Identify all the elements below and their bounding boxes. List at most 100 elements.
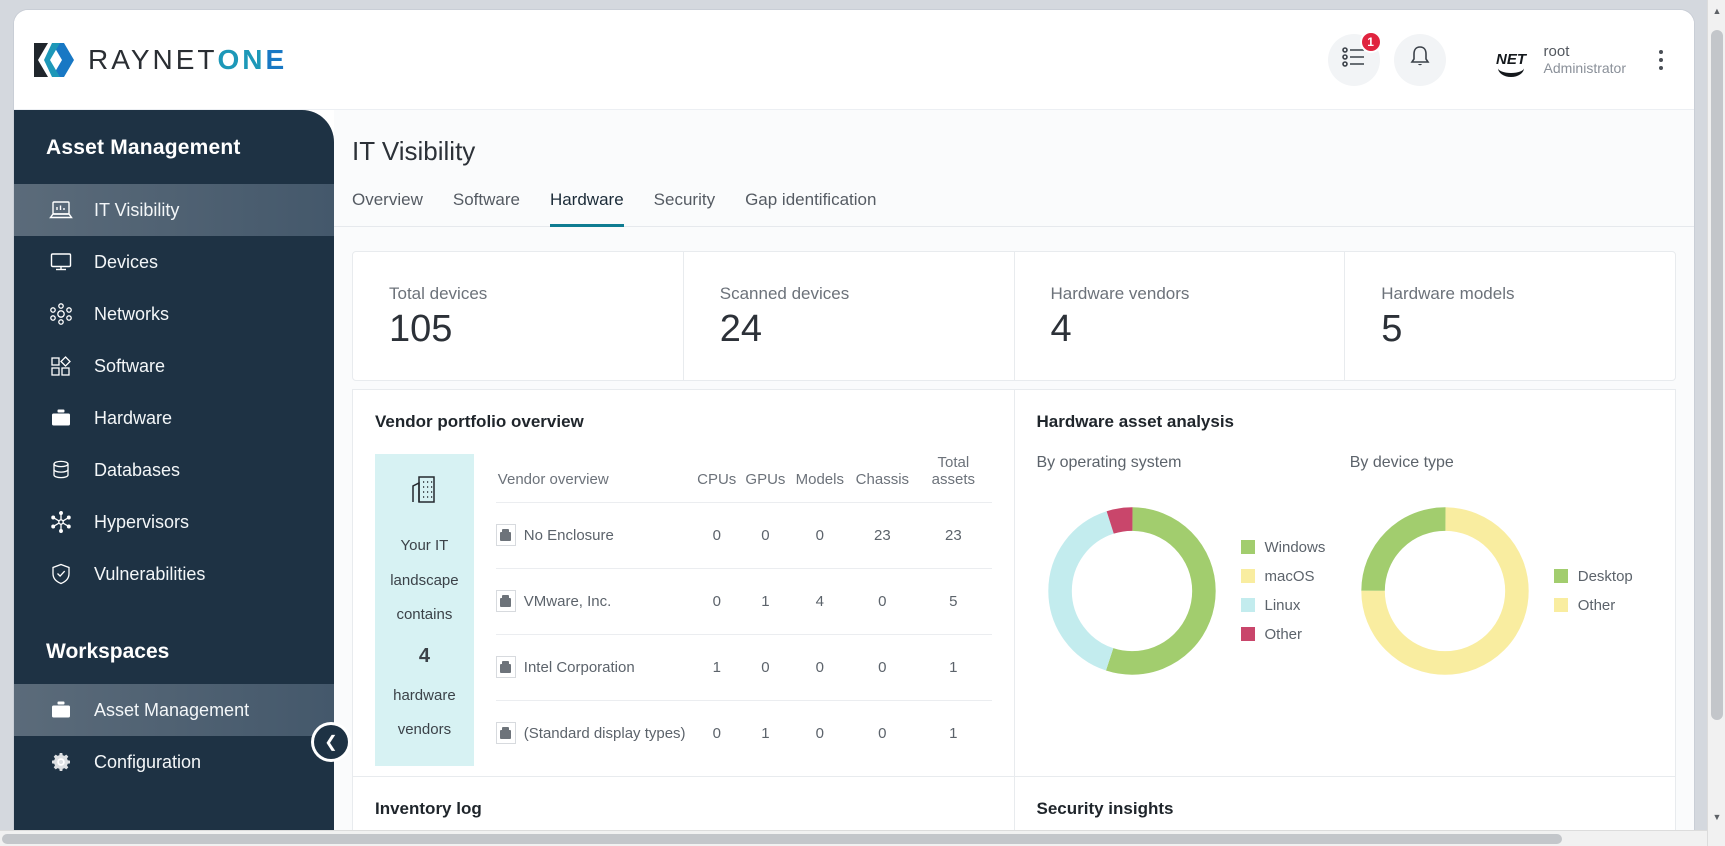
kpi-value: 24 (720, 310, 1014, 350)
table-row[interactable]: Intel Corporation 1 0 0 0 1 (496, 634, 992, 700)
device-type-legend: Desktop Other (1554, 568, 1633, 614)
tab-gap-identification[interactable]: Gap identification (745, 190, 876, 227)
horizontal-scroll-thumb[interactable] (2, 834, 1562, 844)
legend-swatch-icon (1241, 540, 1255, 554)
kpi-scanned-devices: Scanned devices 24 (684, 252, 1015, 380)
user-info: root Administrator (1544, 43, 1626, 76)
sidebar-item-label: Hypervisors (94, 512, 189, 533)
cell-total: 23 (915, 502, 991, 568)
col-cpus[interactable]: CPUs (693, 454, 741, 503)
sidebar-item-hardware[interactable]: Hardware (14, 392, 334, 444)
sidebar-item-software[interactable]: Software (14, 340, 334, 392)
screen: RAYNETONE 1 (0, 0, 1725, 846)
tab-security[interactable]: Security (654, 190, 715, 227)
chevron-left-icon: ❮ (324, 732, 337, 752)
cell-cpus: 0 (693, 568, 741, 634)
horizontal-scrollbar[interactable] (0, 830, 1707, 846)
legend-label: Desktop (1578, 568, 1633, 585)
tasks-button[interactable]: 1 (1328, 34, 1380, 86)
tab-hardware[interactable]: Hardware (550, 190, 624, 227)
chart-by-operating-system: By operating system (1037, 454, 1340, 686)
scroll-up-icon[interactable]: ▲ (1708, 2, 1725, 20)
legend-item[interactable]: Other (1241, 626, 1326, 643)
legend-item[interactable]: macOS (1241, 568, 1326, 585)
building-icon (385, 472, 464, 520)
bell-icon (1408, 44, 1432, 75)
callout-line-1: Your IT (385, 529, 464, 564)
vendor-table: Vendor overview CPUs GPUs Models Chassis… (496, 454, 992, 766)
sidebar-item-hypervisors[interactable]: Hypervisors (14, 496, 334, 548)
scroll-down-icon[interactable]: ▼ (1708, 808, 1725, 826)
app-window: RAYNETONE 1 (14, 10, 1694, 846)
page-title: IT Visibility (334, 110, 1694, 167)
vendor-name: VMware, Inc. (524, 593, 612, 610)
hardware-asset-analysis-panel: Hardware asset analysis By operating sys… (1015, 390, 1676, 776)
table-row[interactable]: No Enclosure 0 0 0 23 23 (496, 502, 992, 568)
sidebar-item-label: Databases (94, 460, 180, 481)
kpi-hardware-vendors: Hardware vendors 4 (1015, 252, 1346, 380)
sidebar-item-label: Software (94, 356, 165, 377)
brand-wordmark: RAYNETONE (88, 44, 287, 76)
brand-logo[interactable]: RAYNETONE (30, 40, 287, 80)
kpi-value: 105 (389, 310, 683, 350)
toolbox-icon (48, 407, 74, 429)
table-row[interactable]: VMware, Inc. 0 1 4 0 5 (496, 568, 992, 634)
sidebar-item-it-visibility[interactable]: IT Visibility (14, 184, 334, 236)
cell-models: 4 (790, 568, 849, 634)
legend-item[interactable]: Desktop (1554, 568, 1633, 585)
legend-swatch-icon (1241, 598, 1255, 612)
legend-swatch-icon (1241, 627, 1255, 641)
sidebar-section-workspaces: Workspaces (14, 600, 334, 684)
col-total-assets[interactable]: Total assets (915, 454, 991, 503)
os-legend: Windows macOS Linux (1241, 539, 1326, 643)
user-menu[interactable]: NET root Administrator (1488, 37, 1626, 83)
cell-cpus: 0 (693, 700, 741, 765)
legend-item[interactable]: Windows (1241, 539, 1326, 556)
col-gpus[interactable]: GPUs (741, 454, 790, 503)
cell-total: 1 (915, 634, 991, 700)
hypervisor-star-icon (48, 511, 74, 533)
vertical-scroll-thumb[interactable] (1711, 30, 1723, 720)
os-donut-chart[interactable] (1037, 496, 1227, 686)
tab-overview[interactable]: Overview (352, 190, 423, 227)
chassis-icon (496, 722, 516, 744)
laptop-chart-icon (48, 200, 74, 220)
legend-item[interactable]: Linux (1241, 597, 1326, 614)
legend-swatch-icon (1554, 569, 1568, 583)
table-row[interactable]: (Standard display types) 0 1 0 0 1 (496, 700, 992, 765)
cell-chassis: 0 (850, 700, 916, 765)
vertical-scrollbar[interactable]: ▲ ▼ (1707, 0, 1725, 846)
sidebar-item-databases[interactable]: Databases (14, 444, 334, 496)
sidebar-collapse-button[interactable]: ❮ (314, 725, 348, 759)
col-chassis[interactable]: Chassis (850, 454, 916, 503)
sidebar-item-label: Hardware (94, 408, 172, 429)
legend-item[interactable]: Other (1554, 597, 1633, 614)
kpi-label: Hardware vendors (1051, 284, 1345, 304)
brand-name-dark: RAYNET (88, 44, 218, 75)
device-type-donut-chart[interactable] (1350, 496, 1540, 686)
notifications-button[interactable] (1394, 34, 1446, 86)
sidebar-item-vulnerabilities[interactable]: Vulnerabilities (14, 548, 334, 600)
sidebar-item-devices[interactable]: Devices (14, 236, 334, 288)
chart-subtitle: By device type (1350, 454, 1653, 472)
tab-software[interactable]: Software (453, 190, 520, 227)
kebab-menu-icon[interactable] (1646, 38, 1676, 82)
kpi-total-devices: Total devices 105 (353, 252, 684, 380)
cell-models: 0 (790, 634, 849, 700)
col-vendor-overview[interactable]: Vendor overview (496, 454, 693, 503)
legend-label: macOS (1265, 568, 1315, 585)
database-icon (48, 459, 74, 481)
brand-name-accent1: ON (218, 44, 266, 75)
sidebar-workspace-configuration[interactable]: Configuration (14, 736, 334, 788)
kpi-label: Scanned devices (720, 284, 1014, 304)
cell-gpus: 0 (741, 502, 790, 568)
top-header-bar: RAYNETONE 1 (14, 10, 1694, 110)
col-models[interactable]: Models (790, 454, 849, 503)
sidebar-workspace-asset-management[interactable]: Asset Management (14, 684, 334, 736)
tab-bar: Overview Software Hardware Security Gap … (334, 167, 1694, 227)
sidebar-item-networks[interactable]: Networks (14, 288, 334, 340)
cell-gpus: 1 (741, 700, 790, 765)
cell-models: 0 (790, 700, 849, 765)
vendor-panel-title: Vendor portfolio overview (375, 412, 992, 432)
cell-chassis: 0 (850, 568, 916, 634)
